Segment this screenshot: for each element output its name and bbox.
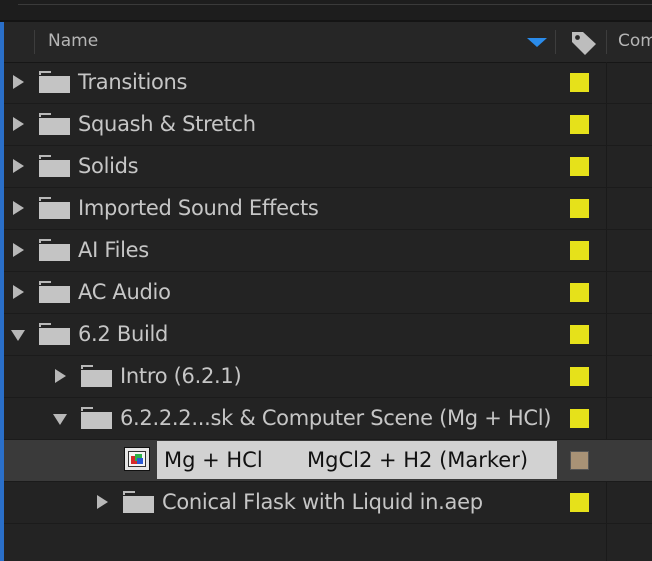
label-color-swatch[interactable] bbox=[570, 199, 589, 218]
project-item-row[interactable]: AC Audio bbox=[4, 272, 652, 314]
panel-top-strip bbox=[0, 0, 652, 22]
expand-arrow-icon[interactable] bbox=[13, 285, 24, 299]
item-name: Squash & Stretch bbox=[78, 112, 256, 136]
project-item-row[interactable]: Imported Sound Effects bbox=[4, 188, 652, 230]
folder-icon bbox=[39, 113, 70, 135]
sort-descending-icon[interactable] bbox=[527, 38, 547, 47]
collapse-arrow-icon[interactable] bbox=[11, 330, 25, 341]
label-color-swatch[interactable] bbox=[570, 73, 589, 92]
label-color-swatch[interactable] bbox=[570, 283, 589, 302]
item-name: Mg + HCl bbox=[164, 448, 263, 472]
folder-icon bbox=[123, 491, 154, 513]
folder-icon bbox=[39, 239, 70, 261]
item-name: Imported Sound Effects bbox=[78, 196, 319, 220]
expand-arrow-icon[interactable] bbox=[13, 117, 24, 131]
expand-arrow-icon[interactable] bbox=[13, 159, 24, 173]
project-item-row[interactable]: 6.2.2.2...sk & Computer Scene (Mg + HCl) bbox=[4, 398, 652, 440]
item-name: 6.2 Build bbox=[78, 322, 169, 346]
item-name: 6.2.2.2...sk & Computer Scene (Mg + HCl) bbox=[120, 406, 552, 430]
project-item-row[interactable]: Solids bbox=[4, 146, 652, 188]
project-item-row[interactable]: Conical Flask with Liquid in.aep bbox=[4, 482, 652, 524]
project-item-row[interactable]: Squash & Stretch bbox=[4, 104, 652, 146]
label-color-swatch[interactable] bbox=[570, 409, 589, 428]
item-name: Solids bbox=[78, 154, 139, 178]
project-item-row-selected[interactable]: Mg + HCl MgCl2 + H2 (Marker) bbox=[4, 440, 652, 482]
folder-icon bbox=[39, 323, 70, 345]
project-item-row[interactable]: Transitions bbox=[4, 62, 652, 104]
label-color-swatch[interactable] bbox=[570, 325, 589, 344]
project-item-row[interactable]: Intro (6.2.1) bbox=[4, 356, 652, 398]
project-item-row[interactable]: AI Files bbox=[4, 230, 652, 272]
expand-arrow-icon[interactable] bbox=[13, 243, 24, 257]
item-name: AC Audio bbox=[78, 280, 171, 304]
collapse-arrow-icon[interactable] bbox=[53, 414, 67, 425]
folder-icon bbox=[39, 71, 70, 93]
header-separator[interactable] bbox=[555, 30, 556, 54]
header-separator[interactable] bbox=[606, 30, 607, 54]
folder-icon bbox=[39, 281, 70, 303]
comment-column-header[interactable]: Com bbox=[618, 31, 652, 51]
folder-icon bbox=[81, 407, 112, 429]
tag-icon[interactable] bbox=[570, 30, 598, 60]
expand-arrow-icon[interactable] bbox=[13, 75, 24, 89]
column-header: Name Com bbox=[4, 22, 652, 63]
label-color-swatch[interactable] bbox=[570, 241, 589, 260]
project-item-row[interactable]: 6.2 Build bbox=[4, 314, 652, 356]
folder-icon bbox=[39, 197, 70, 219]
name-column-header[interactable]: Name bbox=[48, 31, 98, 51]
label-color-swatch[interactable] bbox=[570, 367, 589, 386]
label-color-swatch[interactable] bbox=[570, 493, 589, 512]
label-color-swatch[interactable] bbox=[570, 451, 589, 470]
item-name: Conical Flask with Liquid in.aep bbox=[162, 490, 483, 514]
folder-icon bbox=[81, 365, 112, 387]
item-name: Transitions bbox=[78, 70, 188, 94]
header-separator bbox=[34, 30, 35, 54]
item-name: Intro (6.2.1) bbox=[120, 364, 242, 388]
composition-icon bbox=[124, 447, 150, 471]
expand-arrow-icon[interactable] bbox=[55, 369, 66, 383]
label-color-swatch[interactable] bbox=[570, 115, 589, 134]
item-name-secondary: MgCl2 + H2 (Marker) bbox=[307, 448, 529, 472]
folder-icon bbox=[39, 155, 70, 177]
expand-arrow-icon[interactable] bbox=[13, 201, 24, 215]
expand-arrow-icon[interactable] bbox=[97, 495, 108, 509]
label-color-swatch[interactable] bbox=[570, 157, 589, 176]
item-name: AI Files bbox=[78, 238, 149, 262]
